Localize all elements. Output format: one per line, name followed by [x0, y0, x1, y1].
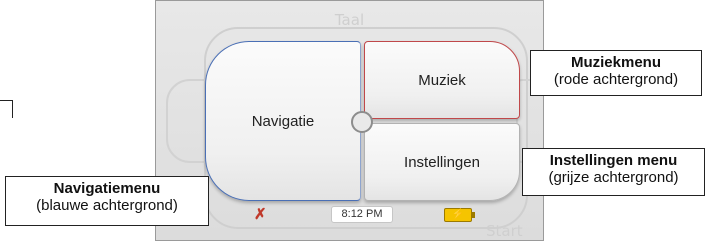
music-menu-callout: Muziekmenu (rode achtergrond)	[530, 50, 702, 96]
battery-charging-icon: ⚡	[444, 208, 475, 222]
faded-start: Start	[486, 222, 523, 240]
device-screen: Taal Navigatie Muziek Instellingen ✗ 8:1…	[155, 0, 544, 241]
pointer-line	[0, 100, 12, 101]
callout-title: Instellingen menu	[549, 152, 678, 169]
callout-subtitle: (grijze achtergrond)	[548, 169, 679, 186]
callout-subtitle: (blauwe achtergrond)	[36, 197, 178, 214]
callout-title: Muziekmenu	[570, 54, 661, 71]
center-knob[interactable]	[351, 111, 373, 133]
navigation-menu-callout: Navigatiemenu (blauwe achtergrond)	[5, 176, 209, 226]
music-button-label: Muziek	[418, 71, 466, 89]
callout-subtitle: (rode achtergrond)	[553, 71, 679, 88]
clock: 8:12 PM	[331, 206, 393, 223]
status-bar: ✗ 8:12 PM ⚡	[216, 204, 516, 224]
settings-menu-callout: Instellingen menu (grijze achtergrond)	[522, 148, 705, 196]
navigation-button[interactable]: Navigatie	[205, 41, 361, 201]
pointer-line	[12, 100, 13, 118]
settings-button[interactable]: Instellingen	[364, 123, 520, 201]
navigation-button-label: Navigatie	[251, 112, 315, 130]
callout-title: Navigatiemenu	[53, 180, 161, 197]
music-button[interactable]: Muziek	[364, 41, 520, 119]
mute-icon[interactable]: ✗	[254, 205, 267, 223]
settings-button-label: Instellingen	[404, 153, 480, 171]
